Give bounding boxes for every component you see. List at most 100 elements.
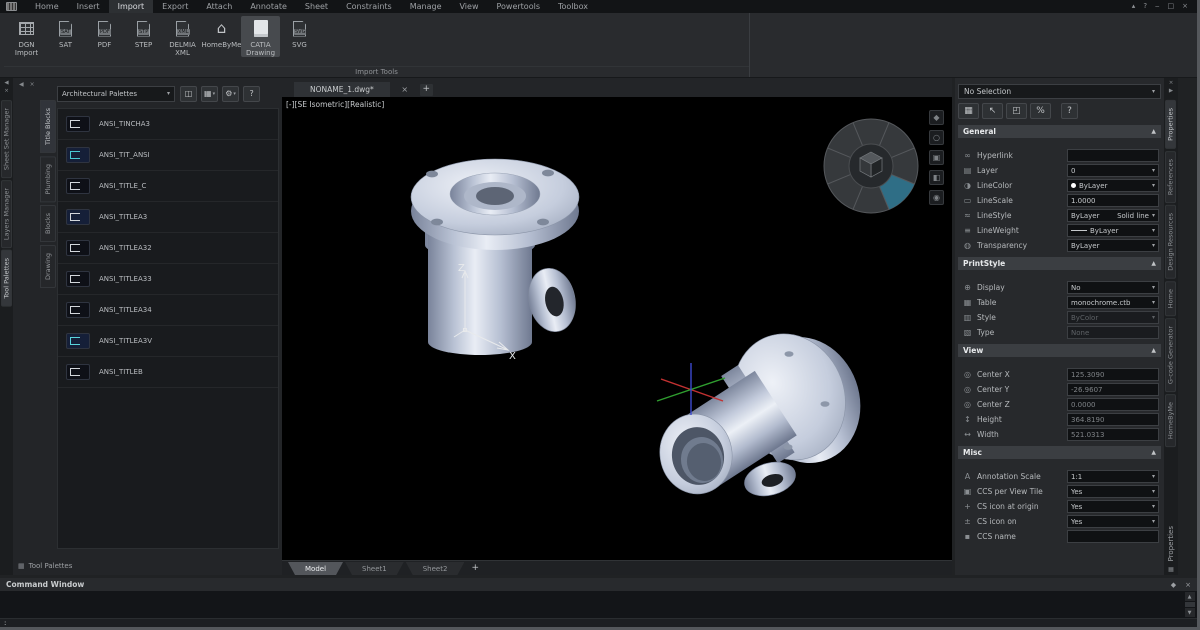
section-header-misc[interactable]: Misc ▲ <box>958 446 1161 459</box>
model-flange-fitting-vertical[interactable] <box>410 158 581 355</box>
viewport-widget-button[interactable]: ○ <box>929 130 944 145</box>
ribbon-tool-sat[interactable]: SAT SAT <box>46 16 85 49</box>
lookfrom-wheel[interactable] <box>818 113 924 219</box>
viewport-widget-button[interactable]: ◉ <box>929 190 944 205</box>
dock-tab-g-code-generator[interactable]: G-code Generator <box>1165 317 1176 393</box>
property-value-cs-icon-at-origin[interactable]: Yes ▾ <box>1067 500 1159 513</box>
add-layout-button[interactable]: + <box>471 561 479 575</box>
close-icon[interactable]: × <box>1182 0 1188 13</box>
menu-tab-view[interactable]: View <box>451 0 488 13</box>
property-value-layer[interactable]: 0 ▾ <box>1067 164 1159 177</box>
pin-icon[interactable]: ◀ <box>4 80 8 86</box>
list-item[interactable]: ANSI_TITLEA33 <box>58 264 278 295</box>
selection-dropdown[interactable]: No Selection ▾ <box>958 84 1161 99</box>
close-icon[interactable]: × <box>1169 80 1174 86</box>
help-button[interactable]: ? <box>243 85 261 102</box>
menu-tab-toolbox[interactable]: Toolbox <box>549 0 597 13</box>
pin-icon[interactable]: ▶ <box>1169 88 1173 94</box>
list-item[interactable]: ANSI_TITLEA3V <box>58 326 278 357</box>
menu-tab-sheet[interactable]: Sheet <box>296 0 337 13</box>
menu-tab-manage[interactable]: Manage <box>401 0 451 13</box>
category-tab-plumbing[interactable]: Plumbing <box>40 155 56 203</box>
close-document-icon[interactable]: × <box>398 85 412 94</box>
list-item[interactable]: ANSI_TIT_ANSI <box>58 140 278 171</box>
select-window-button[interactable]: ◰ <box>1006 103 1027 119</box>
ribbon-tool-dgn-import[interactable]: DGN Import <box>7 16 46 57</box>
save-button[interactable]: ◫ <box>180 85 197 102</box>
property-value-linescale[interactable]: 1.0000 <box>1067 194 1159 207</box>
menu-tab-attach[interactable]: Attach <box>197 0 241 13</box>
layout-tab-sheet2[interactable]: Sheet2 <box>406 562 465 575</box>
list-item[interactable]: ANSI_TINCHA3 <box>58 109 278 140</box>
menu-tab-home[interactable]: Home <box>26 0 68 13</box>
property-value-cs-icon-on[interactable]: Yes ▾ <box>1067 515 1159 528</box>
property-value-ccs-per-view-tile[interactable]: Yes ▾ <box>1067 485 1159 498</box>
property-value-hyperlink[interactable] <box>1067 149 1159 162</box>
property-value-display[interactable]: No ▾ <box>1067 281 1159 294</box>
viewport-widget-button[interactable]: ◆ <box>929 110 944 125</box>
view-options-button[interactable]: ▦ ▾ <box>201 85 219 102</box>
menu-tab-import[interactable]: Import <box>108 0 154 13</box>
command-history[interactable]: ▲ ▼ <box>0 591 1197 618</box>
list-item[interactable]: ANSI_TITLEA34 <box>58 295 278 326</box>
layout-tab-sheet1[interactable]: Sheet1 <box>345 562 404 575</box>
dock-tab-tool-palettes[interactable]: Tool Palettes <box>1 250 12 307</box>
ribbon-tool-step[interactable]: STP STEP <box>124 16 163 49</box>
pin-icon[interactable]: ◀ <box>19 81 24 88</box>
property-value-ccs-name[interactable] <box>1067 530 1159 543</box>
menu-tab-constraints[interactable]: Constraints <box>337 0 401 13</box>
list-item[interactable]: ANSI_TITLE_C <box>58 171 278 202</box>
close-icon[interactable]: × <box>30 81 35 88</box>
ribbon-tool-svg[interactable]: SVG SVG <box>280 16 319 49</box>
menu-tab-export[interactable]: Export <box>153 0 197 13</box>
menu-tab-insert[interactable]: Insert <box>68 0 109 13</box>
quick-select-button[interactable]: ▦ <box>958 103 979 119</box>
new-document-button[interactable]: + <box>419 83 433 96</box>
model-viewport[interactable]: [-][SE Isometric][Realistic] Z X ◆ ○ ▣ ◧… <box>282 97 952 560</box>
ribbon-tool-catia-drawing[interactable]: CATIA Drawing <box>241 16 280 57</box>
scrollbar-thumb[interactable] <box>1184 602 1195 607</box>
dock-tab-layers-manager[interactable]: Layers Manager <box>1 180 12 249</box>
dock-tab-homebyme[interactable]: HomeByMe <box>1165 394 1176 448</box>
select-cursor-button[interactable]: ↖ <box>982 103 1003 119</box>
property-value-linestyle[interactable]: ByLayer Solid line ▾ <box>1067 209 1159 222</box>
ribbon-tool-pdf[interactable]: PDF PDF <box>85 16 124 49</box>
document-tab[interactable]: NONAME_1.dwg* <box>294 82 390 97</box>
dock-tab-properties[interactable]: Properties <box>1165 100 1176 149</box>
scroll-up-icon[interactable]: ▲ <box>1184 592 1195 601</box>
command-prompt[interactable]: : <box>0 618 1197 627</box>
list-item[interactable]: ANSI_TITLEA32 <box>58 233 278 264</box>
dock-tab-design-resources[interactable]: Design Resources <box>1165 204 1176 279</box>
minimize-icon[interactable]: ‒ <box>1155 0 1159 13</box>
palette-set-dropdown[interactable]: Architectural Palettes ▾ <box>57 85 175 102</box>
maximize-icon[interactable]: □ <box>1168 0 1175 13</box>
app-logo-icon[interactable] <box>6 2 17 11</box>
help-button[interactable]: ? <box>1061 103 1078 119</box>
help-icon[interactable]: ? <box>1143 0 1147 13</box>
list-item[interactable]: ANSI_TITLEA3 <box>58 202 278 233</box>
close-icon[interactable]: × <box>1185 581 1191 589</box>
layout-tab-model[interactable]: Model <box>288 562 343 575</box>
dock-tab-home[interactable]: Home <box>1165 280 1176 316</box>
collapse-ribbon-icon[interactable]: ▴ <box>1132 0 1136 13</box>
property-value-transparency[interactable]: ByLayer ▾ <box>1067 239 1159 252</box>
pin-icon[interactable]: ◆ <box>1171 581 1176 589</box>
property-value-table[interactable]: monochrome.ctb ▾ <box>1067 296 1159 309</box>
pick-filter-button[interactable]: % <box>1030 103 1051 119</box>
section-header-view[interactable]: View ▲ <box>958 344 1161 357</box>
category-tab-blocks[interactable]: Blocks <box>40 205 56 243</box>
model-flange-fitting-horizontal[interactable] <box>654 313 878 501</box>
ribbon-tool-delmia-xml[interactable]: XML DELMIA XML <box>163 16 202 57</box>
dock-tab-sheet-set-manager[interactable]: Sheet Set Manager <box>1 100 12 179</box>
property-value-lineweight[interactable]: ByLayer ▾ <box>1067 224 1159 237</box>
category-tab-title-blocks[interactable]: Title Blocks <box>40 100 56 153</box>
list-item[interactable]: ANSI_TITLEB <box>58 357 278 388</box>
ribbon-tool-homebyme[interactable]: ⌂ HomeByMe <box>202 16 242 50</box>
menu-tab-powertools[interactable]: Powertools <box>487 0 549 13</box>
menu-tab-annotate[interactable]: Annotate <box>241 0 296 13</box>
scroll-down-icon[interactable]: ▼ <box>1184 608 1195 617</box>
viewport-widget-button[interactable]: ▣ <box>929 150 944 165</box>
section-header-general[interactable]: General ▲ <box>958 125 1161 138</box>
settings-gear-button[interactable]: ⚙ ▾ <box>222 85 240 102</box>
dock-tab-references[interactable]: References <box>1165 150 1176 203</box>
